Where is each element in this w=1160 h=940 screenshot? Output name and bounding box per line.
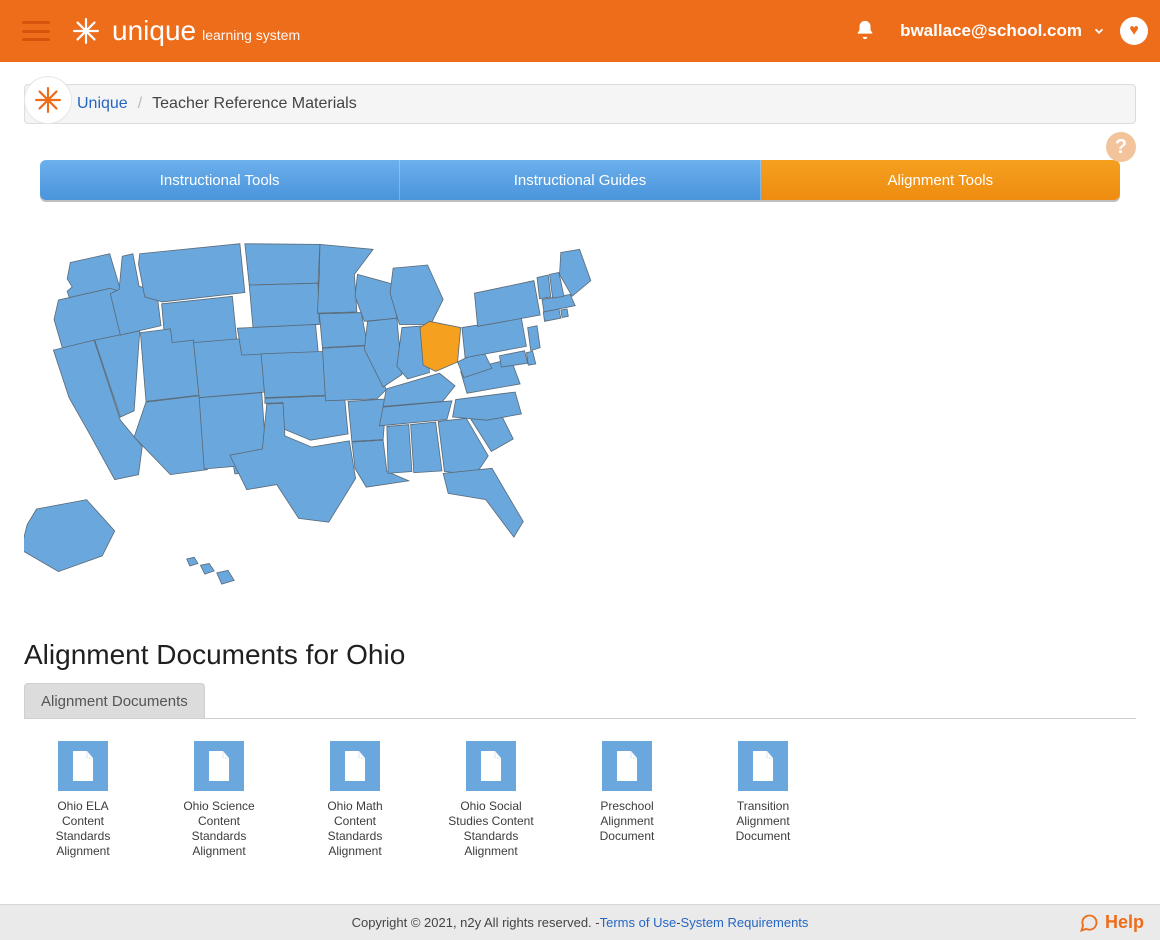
document-tile[interactable]: Ohio Science Content Standards Alignment [174,741,264,859]
state-maryland[interactable] [499,351,527,367]
breadcrumb-current: Teacher Reference Materials [152,95,357,113]
us-map [24,200,1136,621]
brand-name: unique [112,15,196,47]
state-rhode-island[interactable] [561,309,569,318]
state-new-york[interactable] [474,281,540,327]
footer: Copyright © 2021, n2y All rights reserve… [0,904,1160,940]
main-content: Instructional Tools Instructional Guides… [0,130,1160,929]
footer-sysreq-link[interactable]: System Requirements [681,915,809,930]
state-arizona[interactable] [134,396,207,475]
breadcrumb-home-icon[interactable] [24,76,72,124]
document-tile[interactable]: Ohio Social Studies Content Standards Al… [446,741,536,859]
footer-terms-link[interactable]: Terms of Use [600,915,677,930]
document-label: Preschool Alignment Document [582,799,672,844]
document-tile[interactable]: Ohio ELA Content Standards Alignment [38,741,128,859]
state-montana[interactable] [139,244,245,302]
state-maine[interactable] [560,249,591,296]
help-button[interactable]: Help [1079,912,1144,933]
document-label: Ohio Science Content Standards Alignment [174,799,264,859]
state-south-dakota[interactable] [249,283,319,327]
footer-copyright: Copyright © 2021, n2y All rights reserve… [352,915,600,930]
breadcrumb-separator: / [138,95,142,113]
state-north-dakota[interactable] [245,244,320,285]
document-tile[interactable]: Ohio Math Content Standards Alignment [310,741,400,859]
segmented-tabs-container: Instructional Tools Instructional Guides… [24,130,1136,200]
breadcrumb-region: Unique / Teacher Reference Materials ? [0,62,1160,130]
heart-icon: ♥ [1129,23,1139,39]
breadcrumb: Unique / Teacher Reference Materials [24,84,1136,124]
help-icon[interactable]: ? [1106,132,1136,162]
subtab-row: Alignment Documents [24,683,1136,719]
state-michigan[interactable] [390,265,443,324]
tab-instructional-tools[interactable]: Instructional Tools [40,160,400,200]
top-bar: unique learning system bwallace@school.c… [0,0,1160,62]
help-label: Help [1105,912,1144,933]
document-label: Transition Alignment Document [718,799,808,844]
brand-subtitle: learning system [202,27,300,43]
user-email[interactable]: bwallace@school.com [900,21,1082,41]
state-mississippi[interactable] [387,425,412,474]
chat-icon [1079,913,1099,933]
state-vermont[interactable] [537,275,551,299]
state-north-carolina[interactable] [453,392,522,420]
document-label: Ohio Social Studies Content Standards Al… [446,799,536,859]
snowflake-icon [72,17,100,45]
segmented-tabs: Instructional Tools Instructional Guides… [40,160,1120,200]
state-ohio[interactable] [420,321,461,371]
page-title: Alignment Documents for Ohio [24,639,1136,671]
document-tile[interactable]: Preschool Alignment Document [582,741,672,859]
brand[interactable]: unique learning system [72,15,300,47]
document-icon [738,741,788,791]
subtab-alignment-documents[interactable]: Alignment Documents [24,683,205,718]
state-new-jersey[interactable] [528,326,541,351]
notifications-icon[interactable] [854,19,878,43]
document-icon [58,741,108,791]
document-icon [330,741,380,791]
state-delaware[interactable] [526,351,535,365]
state-alaska[interactable] [24,500,115,572]
menu-icon[interactable] [22,21,50,41]
breadcrumb-link-home[interactable]: Unique [77,95,128,113]
state-pennsylvania[interactable] [462,318,526,357]
tab-instructional-guides[interactable]: Instructional Guides [400,160,760,200]
state-alabama[interactable] [411,422,442,473]
document-tile[interactable]: Transition Alignment Document [718,741,808,859]
document-icon [466,741,516,791]
documents-list: Ohio ELA Content Standards Alignment Ohi… [24,719,1136,859]
state-iowa[interactable] [319,313,367,348]
chevron-down-icon[interactable] [1092,24,1106,38]
document-icon [602,741,652,791]
document-label: Ohio ELA Content Standards Alignment [38,799,128,859]
state-hawaii[interactable] [187,557,235,584]
tab-alignment-tools[interactable]: Alignment Tools [761,160,1120,200]
document-icon [194,741,244,791]
avatar[interactable]: ♥ [1120,17,1148,45]
state-florida[interactable] [443,468,523,537]
document-label: Ohio Math Content Standards Alignment [310,799,400,859]
